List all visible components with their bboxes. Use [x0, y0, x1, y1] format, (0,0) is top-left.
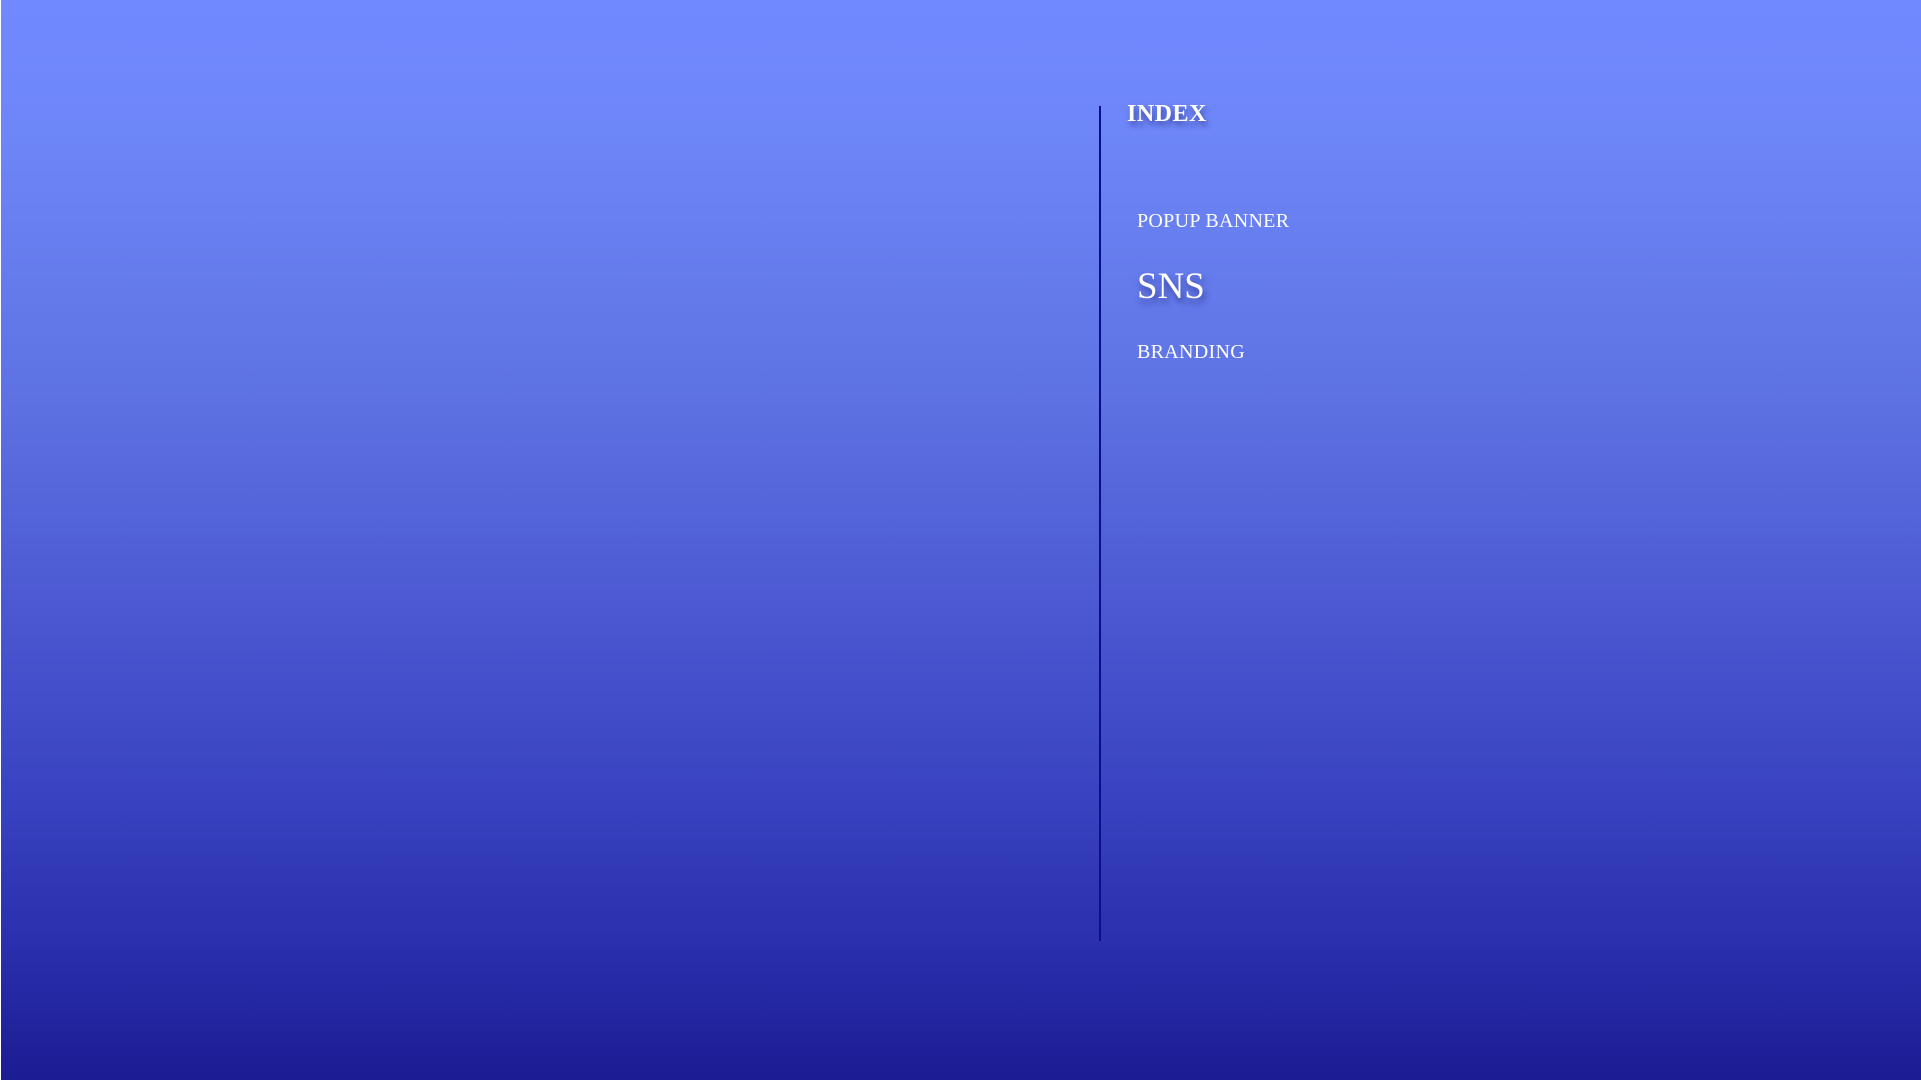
index-item-branding[interactable]: BRANDING — [1137, 341, 1245, 364]
index-item-sns[interactable]: SNS — [1137, 265, 1205, 308]
index-title: INDEX — [1127, 101, 1207, 127]
window-left-border — [0, 0, 1, 1080]
index-divider-line — [1099, 106, 1101, 941]
index-item-popup-banner[interactable]: POPUP BANNER — [1137, 210, 1289, 233]
index-navigation: INDEX POPUP BANNER SNS BRANDING — [1099, 101, 1519, 941]
